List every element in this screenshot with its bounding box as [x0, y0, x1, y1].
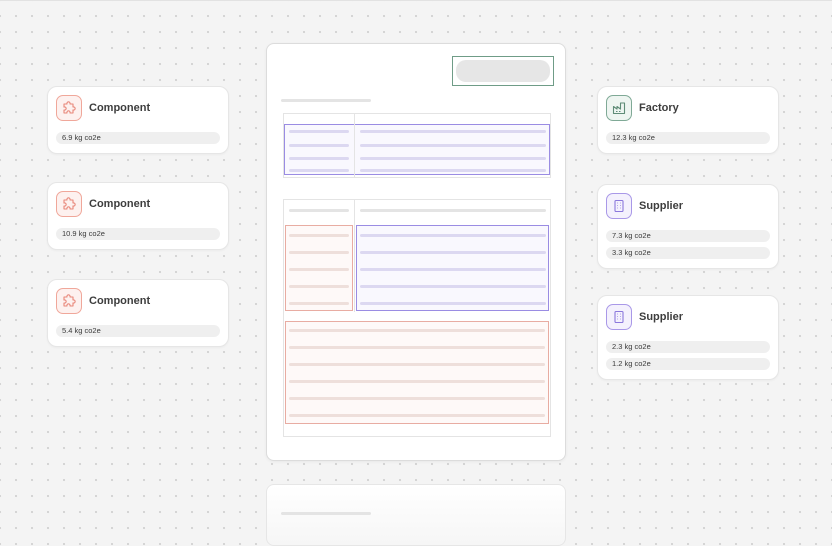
factory-icon [606, 95, 632, 121]
card-header: Factory [606, 95, 679, 121]
emission-value: 2.3 kg co2e [606, 341, 770, 353]
card-title: Component [89, 198, 151, 210]
doc-title-placeholder [281, 512, 371, 515]
row-placeholder [360, 169, 546, 172]
row-placeholder [360, 144, 546, 147]
row-placeholder [289, 346, 545, 349]
emission-value: 5.4 kg co2e [56, 325, 220, 337]
row-placeholder [289, 130, 349, 133]
emission-value: 10.9 kg co2e [56, 228, 220, 240]
row-placeholder [289, 302, 349, 305]
card-header: Component [56, 95, 150, 121]
row-placeholder [360, 285, 546, 288]
row-placeholder [289, 380, 545, 383]
row-placeholder [360, 302, 546, 305]
emission-value: 12.3 kg co2e [606, 132, 770, 144]
header-placeholder [456, 60, 550, 82]
row-placeholder [360, 130, 546, 133]
row-placeholder [360, 234, 546, 237]
building-icon [606, 193, 632, 219]
row-placeholder [289, 251, 349, 254]
card-title: Supplier [639, 311, 684, 323]
row-placeholder [289, 363, 545, 366]
row-placeholder [289, 285, 349, 288]
table-divider [354, 199, 355, 312]
card-title: Component [89, 295, 151, 307]
component-card[interactable]: Component 6.9 kg co2e [47, 86, 229, 154]
row-placeholder [360, 251, 546, 254]
card-header: Supplier [606, 304, 683, 330]
emission-value: 6.9 kg co2e [56, 132, 220, 144]
row-placeholder [360, 209, 546, 212]
component-card[interactable]: Component 10.9 kg co2e [47, 182, 229, 250]
row-placeholder [289, 144, 349, 147]
doc-title-placeholder [281, 99, 371, 102]
document-preview-next[interactable] [266, 484, 566, 546]
emission-value: 3.3 kg co2e [606, 247, 770, 259]
table-divider [354, 124, 355, 175]
row-placeholder [289, 268, 349, 271]
row-placeholder [289, 169, 349, 172]
document-preview[interactable] [266, 43, 566, 461]
highlight-region-red [285, 321, 549, 424]
puzzle-icon [56, 95, 82, 121]
row-placeholder [289, 397, 545, 400]
row-placeholder [360, 268, 546, 271]
card-title: Supplier [639, 200, 684, 212]
emission-value: 1.2 kg co2e [606, 358, 770, 370]
building-icon [606, 304, 632, 330]
row-placeholder [289, 209, 349, 212]
top-divider [0, 0, 832, 1]
row-placeholder [289, 329, 545, 332]
card-header: Supplier [606, 193, 683, 219]
supplier-card[interactable]: Supplier 2.3 kg co2e 1.2 kg co2e [597, 295, 779, 380]
row-placeholder [289, 414, 545, 417]
supplier-card[interactable]: Supplier 7.3 kg co2e 3.3 kg co2e [597, 184, 779, 269]
card-header: Component [56, 191, 150, 217]
row-placeholder [360, 157, 546, 160]
component-card[interactable]: Component 5.4 kg co2e [47, 279, 229, 347]
card-title: Factory [639, 102, 679, 114]
puzzle-icon [56, 288, 82, 314]
emission-value: 7.3 kg co2e [606, 230, 770, 242]
header-highlight-box [452, 56, 554, 86]
factory-card[interactable]: Factory 12.3 kg co2e [597, 86, 779, 154]
card-title: Component [89, 102, 151, 114]
row-placeholder [289, 157, 349, 160]
card-header: Component [56, 288, 150, 314]
row-placeholder [289, 234, 349, 237]
puzzle-icon [56, 191, 82, 217]
